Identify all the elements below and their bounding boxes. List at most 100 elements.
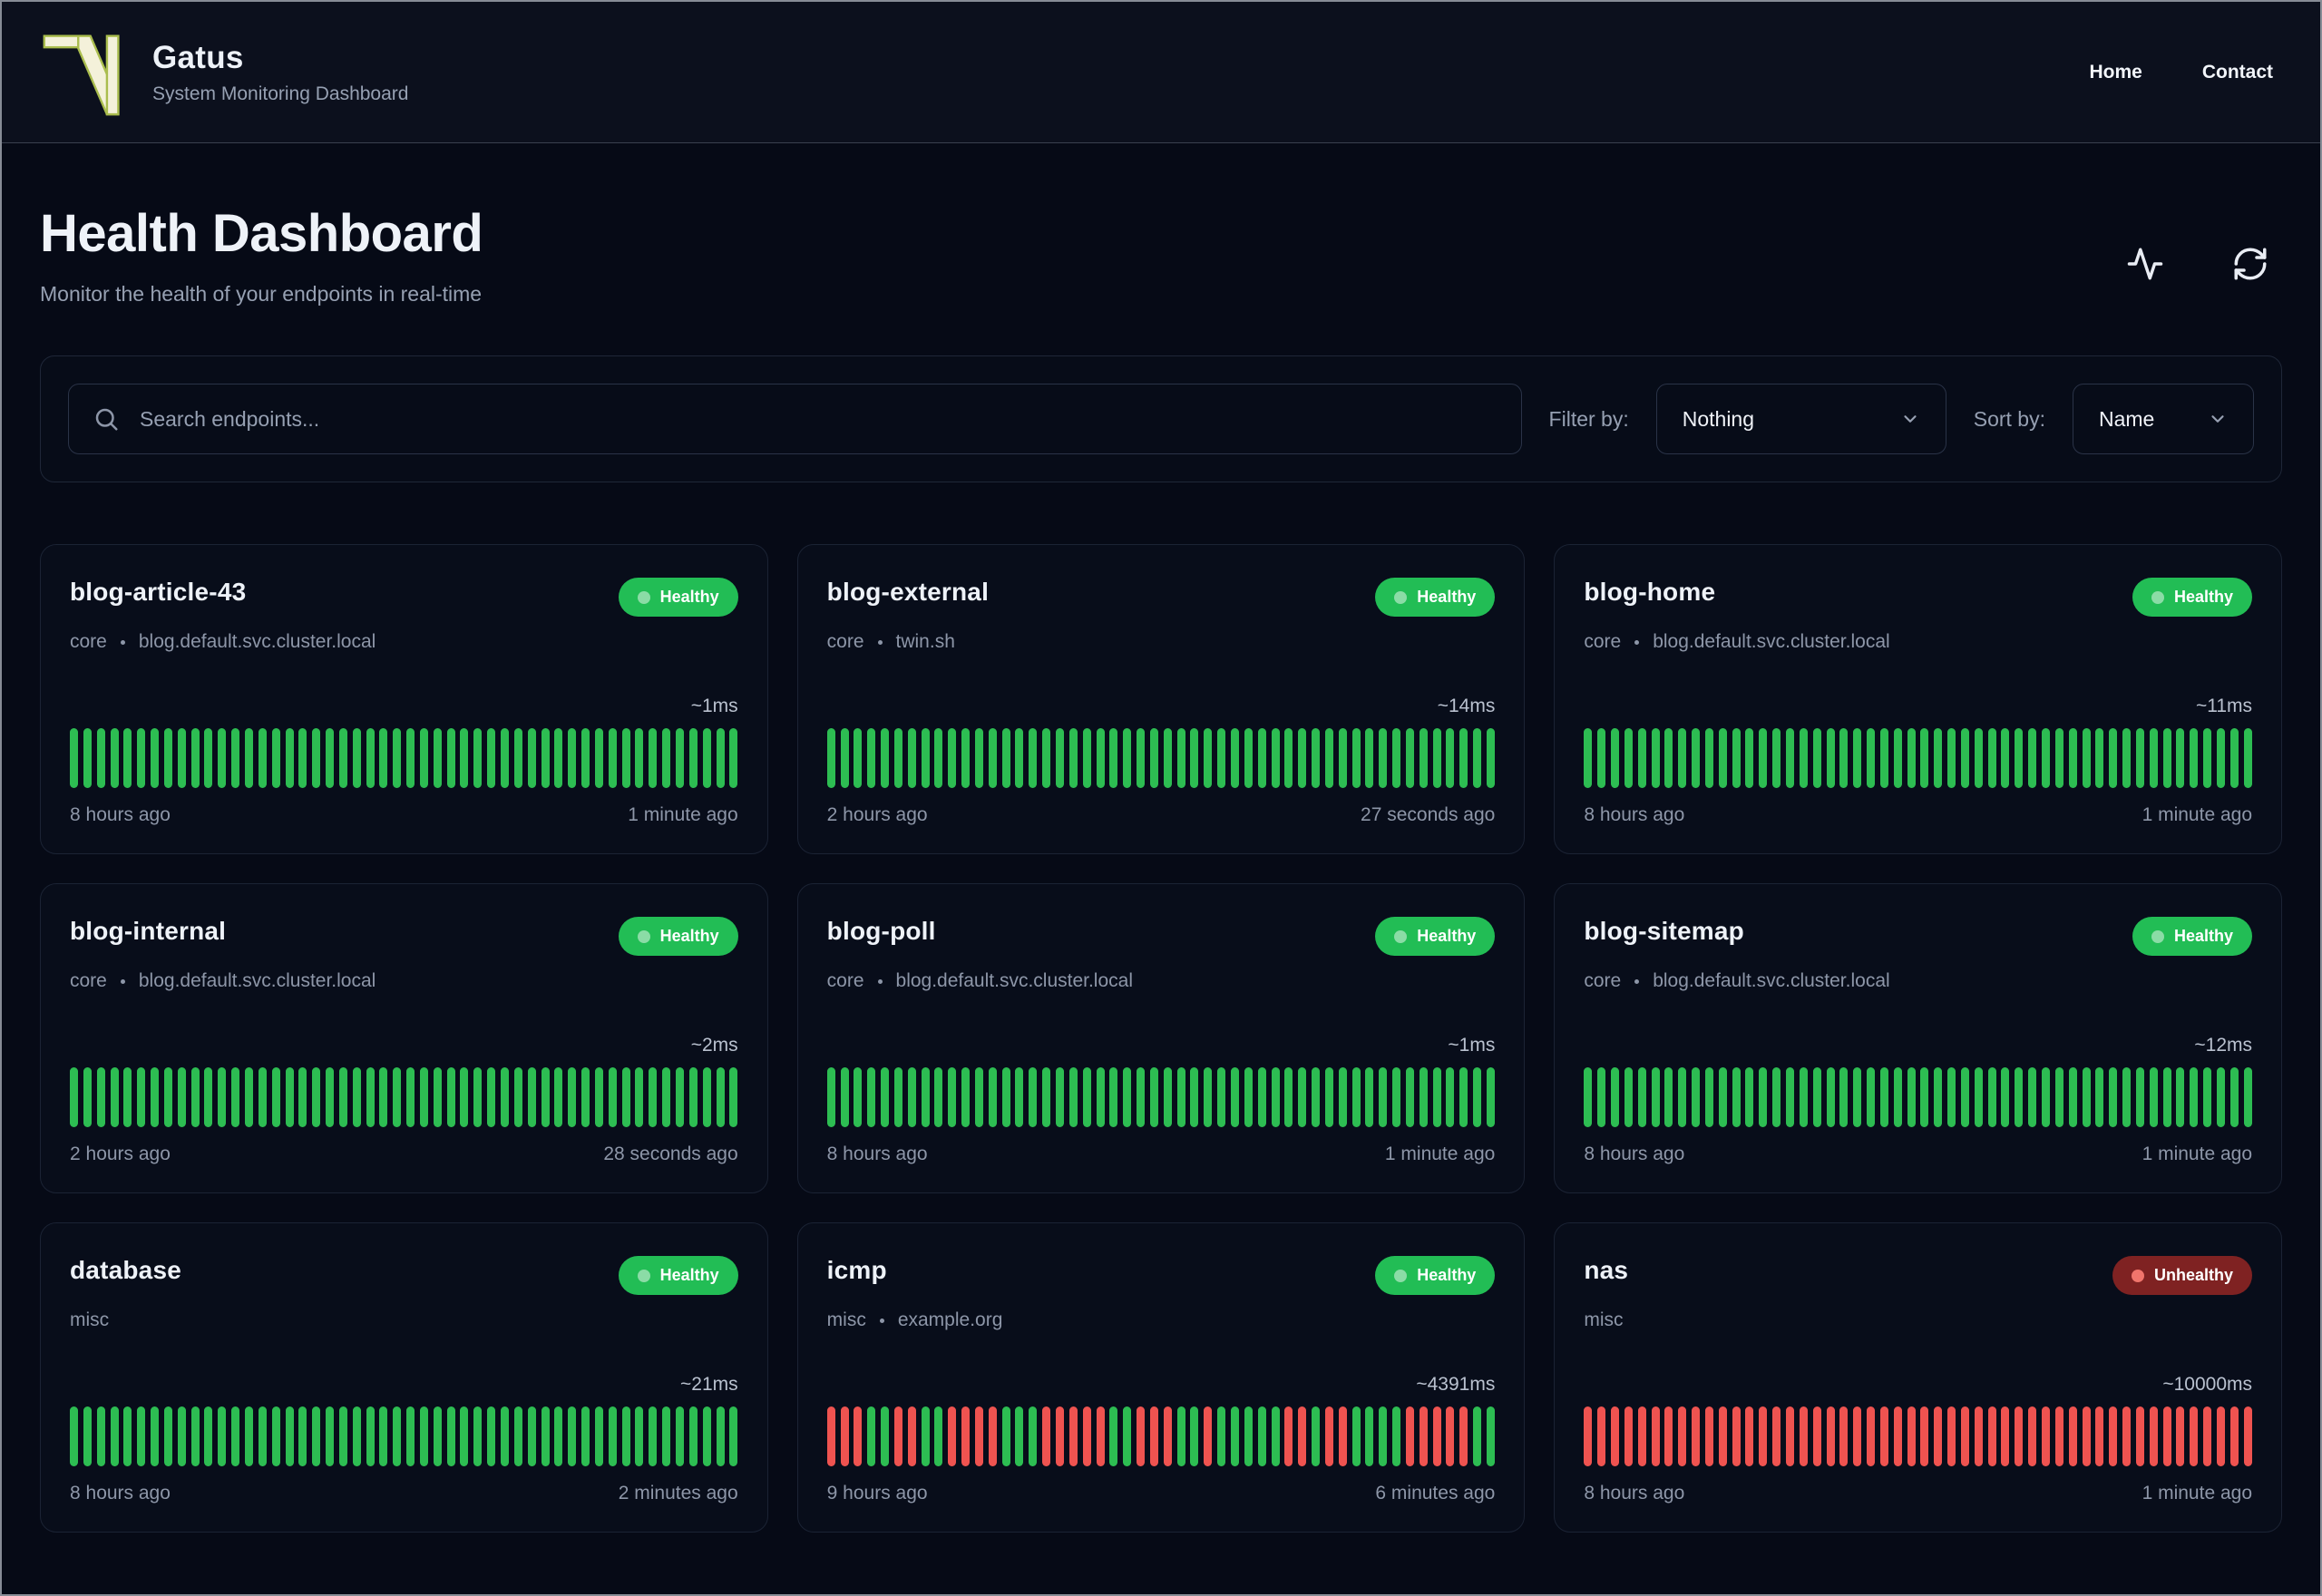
status-bar[interactable] — [1718, 728, 1727, 788]
status-bar[interactable] — [1163, 1406, 1172, 1466]
status-bar[interactable] — [974, 1067, 983, 1127]
status-bar[interactable] — [2015, 1067, 2024, 1127]
status-bar[interactable] — [1853, 1067, 1862, 1127]
status-bar[interactable] — [1257, 728, 1266, 788]
status-bar[interactable] — [907, 728, 916, 788]
status-bar[interactable] — [1987, 728, 1996, 788]
status-bar[interactable] — [2176, 728, 2185, 788]
status-bar[interactable] — [1029, 1067, 1038, 1127]
status-bar[interactable] — [948, 728, 957, 788]
status-bar[interactable] — [554, 728, 563, 788]
status-bar[interactable] — [1230, 1067, 1239, 1127]
status-bar[interactable] — [1785, 728, 1794, 788]
status-bar[interactable] — [635, 728, 644, 788]
status-bar[interactable] — [1473, 728, 1482, 788]
status-bar[interactable] — [921, 1406, 930, 1466]
status-bar[interactable] — [1732, 1067, 1741, 1127]
status-bar[interactable] — [1867, 1067, 1876, 1127]
status-bar[interactable] — [1611, 1406, 1620, 1466]
status-bar[interactable] — [2054, 1067, 2063, 1127]
status-bar[interactable] — [974, 1406, 983, 1466]
status-bar[interactable] — [433, 1067, 442, 1127]
status-bar[interactable] — [1042, 1067, 1051, 1127]
status-bar[interactable] — [554, 1067, 563, 1127]
status-bar[interactable] — [513, 728, 522, 788]
status-bar[interactable] — [1109, 728, 1118, 788]
status-bar[interactable] — [2203, 1067, 2212, 1127]
status-bar[interactable] — [961, 728, 971, 788]
status-bar[interactable] — [826, 1406, 835, 1466]
status-bar[interactable] — [1068, 728, 1078, 788]
status-bar[interactable] — [1893, 1406, 1902, 1466]
status-bar[interactable] — [1664, 1067, 1673, 1127]
status-bar[interactable] — [312, 1067, 321, 1127]
status-bar[interactable] — [1312, 1067, 1321, 1127]
status-bar[interactable] — [1651, 728, 1660, 788]
status-bar[interactable] — [702, 1406, 711, 1466]
status-bar[interactable] — [2203, 1406, 2212, 1466]
status-bar[interactable] — [948, 1406, 957, 1466]
status-bar[interactable] — [1879, 728, 1888, 788]
status-bar[interactable] — [594, 1406, 603, 1466]
status-bar[interactable] — [1284, 1067, 1293, 1127]
status-bar[interactable] — [1772, 1406, 1781, 1466]
status-bar[interactable] — [688, 1406, 698, 1466]
status-bar[interactable] — [2243, 1067, 2252, 1127]
status-bar[interactable] — [419, 728, 428, 788]
status-bar[interactable] — [1907, 1406, 1916, 1466]
status-bar[interactable] — [1123, 1406, 1132, 1466]
status-bar[interactable] — [893, 1406, 902, 1466]
status-bar[interactable] — [541, 1406, 550, 1466]
status-bar[interactable] — [70, 1406, 78, 1466]
status-bar[interactable] — [1812, 728, 1821, 788]
status-bar[interactable] — [662, 1406, 671, 1466]
status-bar[interactable] — [649, 728, 658, 788]
filter-select[interactable]: Nothing — [1655, 384, 1946, 454]
status-bar[interactable] — [1176, 1067, 1185, 1127]
status-bar[interactable] — [621, 1067, 630, 1127]
status-bar[interactable] — [2109, 728, 2118, 788]
refresh-icon[interactable] — [2231, 245, 2269, 283]
status-bar[interactable] — [621, 728, 630, 788]
status-bar[interactable] — [1934, 1406, 1943, 1466]
status-bar[interactable] — [1068, 1406, 1078, 1466]
status-bar[interactable] — [460, 728, 469, 788]
status-bar[interactable] — [326, 728, 335, 788]
status-bar[interactable] — [581, 1067, 590, 1127]
status-bar[interactable] — [312, 728, 321, 788]
status-bar[interactable] — [1190, 1406, 1199, 1466]
status-bar[interactable] — [1907, 728, 1916, 788]
status-bar[interactable] — [1867, 1406, 1876, 1466]
status-bar[interactable] — [1879, 1067, 1888, 1127]
status-bar[interactable] — [2216, 1067, 2225, 1127]
status-bar[interactable] — [244, 1406, 253, 1466]
status-bar[interactable] — [393, 728, 402, 788]
status-bar[interactable] — [1419, 728, 1428, 788]
search-input[interactable] — [138, 405, 1498, 433]
status-bar[interactable] — [96, 1067, 105, 1127]
status-bar[interactable] — [1812, 1067, 1821, 1127]
status-bar[interactable] — [1947, 728, 1956, 788]
status-bar[interactable] — [1257, 1067, 1266, 1127]
status-bar[interactable] — [419, 1406, 428, 1466]
status-bar[interactable] — [352, 728, 361, 788]
status-bar[interactable] — [1637, 1406, 1646, 1466]
status-bar[interactable] — [2015, 1406, 2024, 1466]
status-bar[interactable] — [366, 1406, 375, 1466]
status-bar[interactable] — [137, 728, 146, 788]
status-bar[interactable] — [2216, 1406, 2225, 1466]
status-bar[interactable] — [716, 728, 725, 788]
status-bar[interactable] — [1597, 1067, 1606, 1127]
status-bar[interactable] — [163, 728, 172, 788]
status-bar[interactable] — [1163, 1067, 1172, 1127]
status-bar[interactable] — [826, 728, 835, 788]
status-bar[interactable] — [2054, 1406, 2063, 1466]
status-bar[interactable] — [1624, 1406, 1633, 1466]
status-bar[interactable] — [2149, 728, 2158, 788]
status-bar[interactable] — [258, 1067, 267, 1127]
endpoint-card[interactable]: blog-external Healthy core twin.sh ~14ms… — [796, 544, 1526, 854]
status-bar[interactable] — [662, 728, 671, 788]
status-bar[interactable] — [581, 1406, 590, 1466]
endpoint-card[interactable]: blog-sitemap Healthy core blog.default.s… — [1554, 883, 2282, 1193]
status-bar[interactable] — [163, 1406, 172, 1466]
